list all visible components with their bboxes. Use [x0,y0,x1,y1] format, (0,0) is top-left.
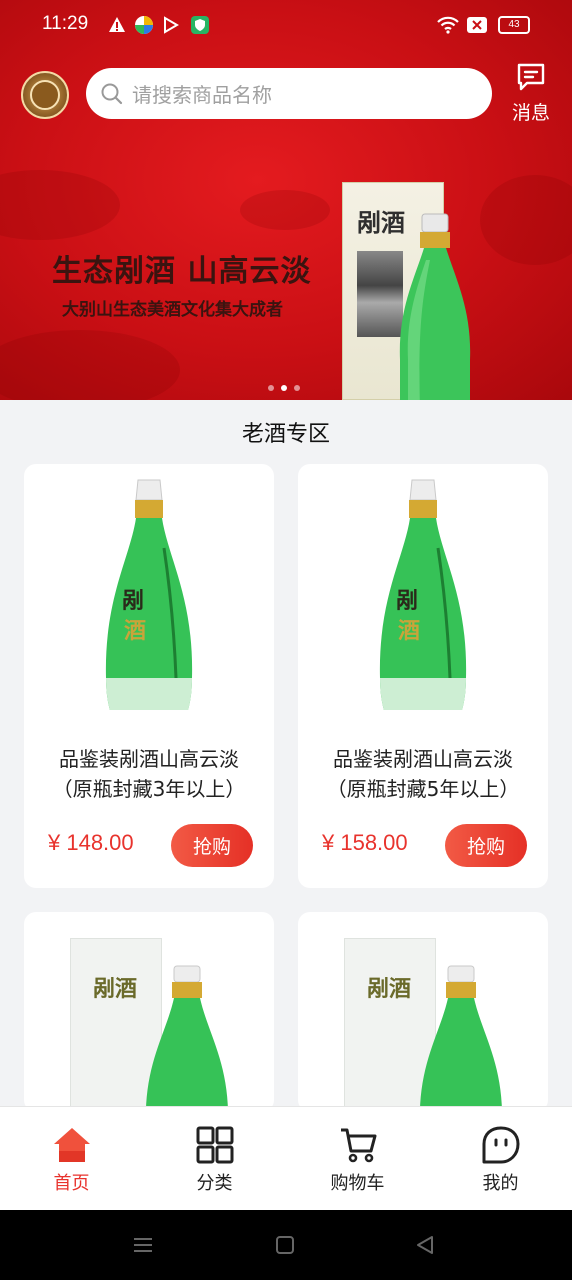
product-price: ¥ 148.00 [48,830,134,855]
product-name: 品鉴装剐酒山高云淡 （原瓶封藏5年以上） [298,744,548,804]
banner-bottle-image [399,213,471,400]
profile-icon [482,1126,519,1164]
banner-dot-active[interactable] [281,385,287,391]
svg-text:剐: 剐 [122,588,144,614]
message-label: 消息 [511,102,550,124]
buy-button[interactable]: 抢购 [171,824,253,867]
bottom-tab-bar: 首页 分类 购物车 我的 [0,1106,572,1210]
search-icon [101,83,123,104]
banner-pagination [268,385,300,391]
product-name-line2: （原瓶封藏5年以上） [326,777,520,801]
system-navigation-bar [0,1210,572,1280]
banner-title: 生态剐酒 山高云淡 [52,254,312,289]
product-name-line1: 品鉴装剐酒山高云淡 [59,747,239,771]
top-banner-area: 11:29 43 请搜索商品名称 消息 生态剐酒 山高云淡 大别山生态美酒文化集… [0,0,572,400]
home-icon [53,1128,90,1162]
product-card[interactable]: 剐 酒 品鉴装剐酒山高云淡 （原瓶封藏5年以上） ¥ 158.00 抢购 [298,464,548,888]
product-name-line1: 品鉴装剐酒山高云淡 [333,747,513,771]
cart-icon [340,1128,376,1163]
wifi-icon [436,15,460,35]
tab-cart[interactable]: 购物车 [286,1107,429,1211]
product-card[interactable]: 剐 酒 品鉴装剐酒山高云淡 （原瓶封藏3年以上） ¥ 148.00 抢购 [24,464,274,888]
app-notification-icon [134,15,154,35]
banner-dot[interactable] [294,385,300,391]
tab-home[interactable]: 首页 [0,1107,143,1211]
status-time: 11:29 [42,13,89,34]
product-card[interactable]: 剐酒 [24,912,274,1112]
search-bar[interactable]: 请搜索商品名称 [86,68,492,119]
tab-cart-label: 购物车 [330,1173,385,1194]
back-icon[interactable] [414,1234,436,1256]
tab-profile[interactable]: 我的 [429,1107,572,1211]
search-input[interactable]: 请搜索商品名称 [132,79,272,108]
brand-logo-emblem [30,80,60,110]
home-square-icon[interactable] [274,1234,296,1256]
banner-dot[interactable] [268,385,274,391]
product-bottle-image [419,965,503,1112]
product-image: 剐 酒 [379,479,467,710]
product-image: 剐 酒 [105,479,193,710]
banner-cloud-decoration [0,330,180,400]
shield-app-icon [190,15,210,35]
play-store-icon [162,15,180,35]
product-price: ¥ 158.00 [322,830,408,855]
brand-logo[interactable] [21,71,69,119]
svg-text:剐: 剐 [396,588,418,614]
product-box-brand: 剐酒 [93,976,138,1002]
svg-text:酒: 酒 [398,618,420,644]
banner-cloud-decoration [0,170,120,240]
message-icon [517,63,545,91]
battery-indicator: 43 [498,16,530,34]
tab-home-label: 首页 [53,1173,90,1194]
warning-icon [108,15,126,35]
product-bottle-image [145,965,229,1112]
sim-disabled-icon [466,15,488,35]
banner-tree-decoration [480,175,572,265]
buy-button[interactable]: 抢购 [445,824,527,867]
tab-category-label: 分类 [196,1173,233,1194]
product-box-brand: 剐酒 [367,976,412,1002]
section-title: 老酒专区 [241,422,330,447]
svg-text:酒: 酒 [124,618,146,644]
tab-category[interactable]: 分类 [143,1107,286,1211]
menu-icon[interactable] [132,1234,154,1256]
status-bar: 11:29 43 [0,0,572,52]
product-name: 品鉴装剐酒山高云淡 （原瓶封藏3年以上） [24,744,274,804]
banner-subtitle: 大别山生态美酒文化集大成者 [62,300,283,320]
tab-profile-label: 我的 [482,1173,519,1194]
product-name-line2: （原瓶封藏3年以上） [52,777,246,801]
message-button[interactable]: 消息 [506,62,556,124]
banner-cloud-decoration [240,190,330,230]
grid-icon [196,1126,233,1164]
product-card[interactable]: 剐酒 [298,912,548,1112]
